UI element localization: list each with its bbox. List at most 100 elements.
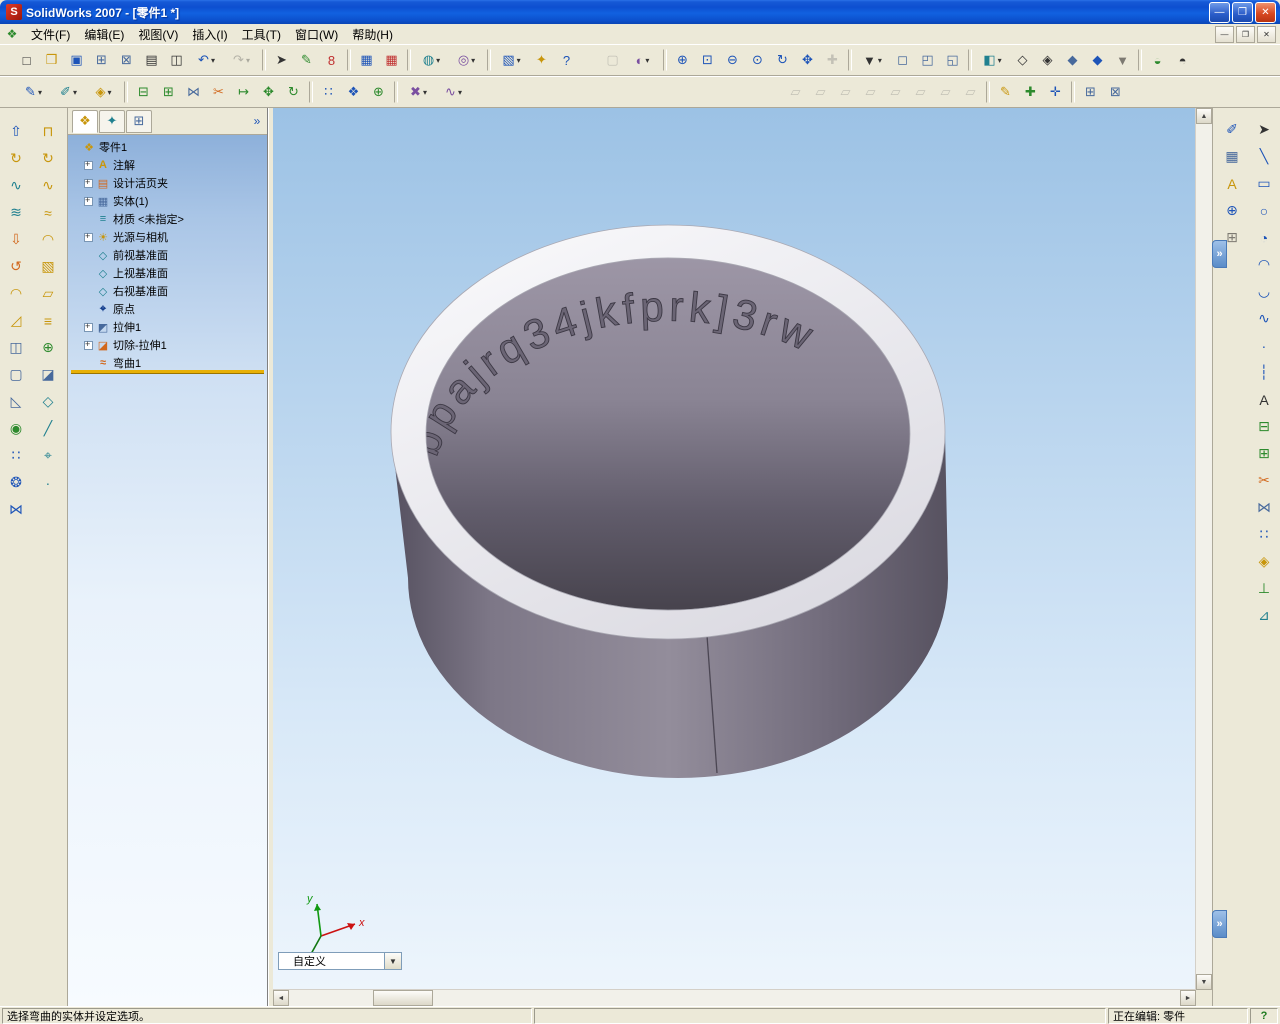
select-icon[interactable]: ➤ [269, 48, 294, 72]
linear-pattern-icon[interactable]: ∷ [2, 442, 30, 469]
point-tool-icon[interactable]: ∙ [1250, 332, 1278, 359]
show-lights-icon[interactable]: ▱ [958, 80, 983, 104]
featuremanager-tab[interactable]: ❖ [72, 109, 98, 133]
convert-entities-tool-icon[interactable]: ⊟ [1250, 413, 1278, 440]
undo-icon[interactable]: ↶ [189, 48, 224, 72]
spline-tool-icon[interactable]: ∿ [1250, 305, 1278, 332]
show-curves-icon[interactable]: ▱ [883, 80, 908, 104]
mirror-tool-icon[interactable]: ⋈ [1250, 494, 1278, 521]
rollback-bar[interactable] [71, 370, 264, 373]
tree-item-part1[interactable]: ❖ 零件1 [70, 138, 265, 156]
shadows-display-icon[interactable]: ▼ [1110, 48, 1135, 72]
lofted-surface-icon[interactable]: ≈ [34, 199, 62, 226]
revolved-surface-icon[interactable]: ↻ [34, 145, 62, 172]
open-document-icon[interactable]: ❒ [39, 48, 64, 72]
menu-file[interactable]: 文件(F) [24, 24, 77, 45]
show-axes-icon[interactable]: ▱ [808, 80, 833, 104]
selection-filter-toggle-icon[interactable]: ◍ [414, 48, 449, 72]
knit-surface-icon[interactable]: ⊕ [34, 334, 62, 361]
mdi-minimize-button[interactable]: — [1215, 25, 1234, 43]
menu-insert[interactable]: 插入(I) [185, 24, 234, 45]
tree-item-cut-extrude1[interactable]: ◪ 切除-拉伸1 [70, 336, 265, 354]
planar-surface-icon[interactable]: ▱ [34, 280, 62, 307]
circular-sketch-pattern-icon[interactable]: ❖ [341, 80, 366, 104]
restore-button[interactable]: ❐ [1232, 1, 1253, 23]
tree-item-extrude1[interactable]: ◩ 拉伸1 [70, 318, 265, 336]
redo-icon[interactable]: ↷ [224, 48, 259, 72]
new-document-icon[interactable]: □ [14, 48, 39, 72]
view-selector-dropdown-icon[interactable]: ▼ [384, 953, 401, 969]
tree-item-design-binder[interactable]: ▤ 设计活页夹 [70, 174, 265, 192]
equations-icon[interactable]: ▦ [379, 48, 404, 72]
reference-axis-icon[interactable]: ╱ [34, 415, 62, 442]
circle-tool-icon[interactable]: ○ [1250, 197, 1278, 224]
collapse-bottom-button[interactable]: » [1212, 910, 1227, 938]
scroll-right-button[interactable]: ► [1180, 990, 1196, 1006]
section-view-icon[interactable]: ◧ [975, 48, 1010, 72]
select-tool-icon[interactable]: ➤ [1250, 116, 1278, 143]
mirror-entities-icon[interactable]: ⋈ [181, 80, 206, 104]
linear-pattern-tool-icon[interactable]: ∷ [1250, 521, 1278, 548]
move-entities-icon[interactable]: ✥ [256, 80, 281, 104]
line-tool-icon[interactable]: ╲ [1250, 143, 1278, 170]
scroll-up-button[interactable]: ▲ [1196, 108, 1212, 124]
menu-edit[interactable]: 编辑(E) [77, 24, 131, 45]
extruded-surface-icon[interactable]: ⊓ [34, 118, 62, 145]
display-relations-tool-icon[interactable]: ⊿ [1250, 602, 1278, 629]
view-orientation-icon[interactable]: ▼ [855, 48, 890, 72]
tree-item-origin[interactable]: ⌖ 原点 [70, 300, 265, 318]
show-coordinate-systems-icon[interactable]: ▱ [908, 80, 933, 104]
swept-surface-icon[interactable]: ∿ [34, 172, 62, 199]
tree-item-solid-bodies[interactable]: ▦ 实体(1) [70, 192, 265, 210]
view-selector[interactable]: 自定义 ▼ [278, 952, 402, 970]
tree-expander-icon[interactable] [84, 339, 93, 350]
edit-appearance-icon[interactable]: ◐ [625, 48, 660, 72]
geometry-analysis-icon[interactable]: ⊠ [1103, 80, 1128, 104]
revolved-boss-icon[interactable]: ↻ [2, 145, 30, 172]
configurationmanager-tab[interactable]: ⊞ [126, 109, 152, 133]
sketch-icon[interactable]: ✎ [16, 80, 51, 104]
horizontal-scrollbar[interactable]: ◄ ► [273, 989, 1196, 1006]
mdi-close-button[interactable]: ✕ [1257, 25, 1276, 43]
quick-tips-icon[interactable]: ? [1250, 1007, 1278, 1024]
centerpoint-arc-tool-icon[interactable]: ◔ [1250, 224, 1278, 251]
filled-surface-icon[interactable]: ▧ [34, 253, 62, 280]
make-drawing-from-part-icon[interactable]: ⊞ [89, 48, 114, 72]
print-preview-icon[interactable]: ◫ [164, 48, 189, 72]
mirror-feature-icon[interactable]: ⋈ [2, 496, 30, 523]
draft-icon[interactable]: ◺ [2, 388, 30, 415]
zoom-tool-icon[interactable]: ⊕ [1218, 197, 1246, 224]
show-origins-icon[interactable]: ▱ [833, 80, 858, 104]
extruded-cut-icon[interactable]: ⇩ [2, 226, 30, 253]
dimension-expert-icon[interactable]: ✛ [1043, 80, 1068, 104]
zebra-stripes-icon[interactable]: ◓ [1170, 48, 1195, 72]
circular-pattern-icon[interactable]: ❂ [2, 469, 30, 496]
instant-3d-icon[interactable]: ✎ [993, 80, 1018, 104]
chamfer-icon[interactable]: ◿ [2, 307, 30, 334]
extruded-boss-icon[interactable]: ⇧ [2, 118, 30, 145]
isometric-view-icon[interactable]: ◱ [940, 48, 965, 72]
front-view-icon[interactable]: ◻ [890, 48, 915, 72]
rectangle-tool-icon[interactable]: ▭ [1250, 170, 1278, 197]
3d-sketch-icon[interactable]: ✐ [51, 80, 86, 104]
centerline-tool-icon[interactable]: ┆ [1250, 359, 1278, 386]
zoom-to-area-icon[interactable]: ⊡ [695, 48, 720, 72]
menu-view[interactable]: 视图(V) [131, 24, 185, 45]
propertymanager-tab[interactable]: ✦ [99, 109, 125, 133]
rotate-entities-icon[interactable]: ↻ [281, 80, 306, 104]
3d-drawing-view-icon[interactable]: ✚ [820, 48, 845, 72]
close-button[interactable]: ✕ [1255, 1, 1276, 23]
rib-icon[interactable]: ◫ [2, 334, 30, 361]
hidden-lines-display-icon[interactable]: ◈ [1035, 48, 1060, 72]
make-assembly-from-part-icon[interactable]: ⊠ [114, 48, 139, 72]
linear-sketch-pattern-icon[interactable]: ∷ [316, 80, 341, 104]
scroll-down-button[interactable]: ▼ [1196, 974, 1212, 990]
curvature-display-icon[interactable]: ◒ [1145, 48, 1170, 72]
tree-item-lights-cameras[interactable]: ☀ 光源与相机 [70, 228, 265, 246]
trim-entities-icon[interactable]: ✂ [206, 80, 231, 104]
fillet-icon[interactable]: ◠ [2, 280, 30, 307]
left-view-icon[interactable]: ◰ [915, 48, 940, 72]
shaded-display-icon[interactable]: ◆ [1085, 48, 1110, 72]
3d-sketch-tool-icon[interactable]: ✐ [1218, 116, 1246, 143]
show-annotations-icon[interactable]: ▱ [933, 80, 958, 104]
